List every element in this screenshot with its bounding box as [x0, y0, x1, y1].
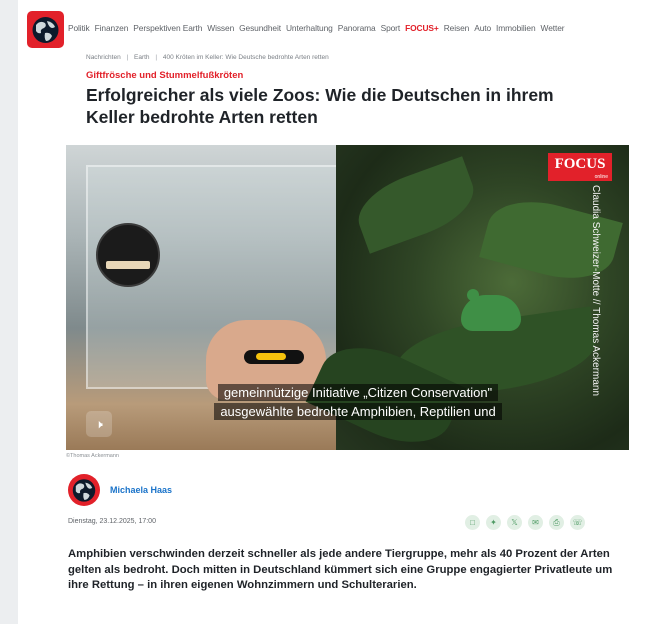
nav-item-finanzen[interactable]: Finanzen [95, 23, 129, 33]
print-icon[interactable]: ⎙ [549, 515, 564, 530]
nav-item-panorama[interactable]: Panorama [338, 23, 376, 33]
breadcrumb-item-nachrichten[interactable]: Nachrichten [86, 54, 121, 61]
x-icon[interactable]: 𝕏 [507, 515, 522, 530]
whatsapp-icon[interactable]: ☏ [570, 515, 585, 530]
conservation-sticker [96, 223, 160, 287]
author-name-link[interactable]: Michaela Haas [110, 485, 172, 495]
breadcrumb-item-current: 400 Kröten im Keller: Wie Deutsche bedro… [162, 54, 329, 61]
breadcrumb-separator: | [155, 54, 158, 61]
share-bar: □ ✦ 𝕏 ✉ ⎙ ☏ [465, 515, 585, 530]
frog-image [461, 289, 521, 331]
video-subtitles: gemeinnützige Initiative „Citizen Conser… [178, 383, 538, 421]
article-lead: Amphibien verschwinden derzeit schneller… [68, 548, 613, 591]
subtitle-line-2: ausgewählte bedrohte Amphibien, Reptilie… [214, 403, 502, 420]
mute-button[interactable]: 🕨 [86, 411, 112, 437]
article-kicker: Giftfrösche und Stummelfußkröten [86, 70, 244, 81]
breadcrumb-separator: | [126, 54, 129, 61]
nav-item-sport[interactable]: Sport [381, 23, 401, 33]
breadcrumb-item-earth[interactable]: Earth [134, 54, 150, 61]
photo-credit: ©Thomas Ackermann [66, 453, 119, 459]
nav-item-wetter[interactable]: Wetter [541, 23, 565, 33]
publish-date: Dienstag, 23.12.2025, 17:00 [68, 518, 156, 525]
nav-item-gesundheit[interactable]: Gesundheit [239, 23, 281, 33]
article-page: Politik Finanzen Perspektiven Earth Wiss… [18, 0, 665, 624]
sticker-label [106, 261, 150, 269]
focus-badge-subtext: online [594, 174, 608, 180]
mail-icon[interactable]: ✉ [528, 515, 543, 530]
comment-icon[interactable]: □ [465, 515, 480, 530]
subtitle-line-1: gemeinnützige Initiative „Citizen Conser… [217, 384, 499, 401]
nav-item-focus-plus[interactable]: FOCUS+ [405, 23, 439, 33]
nav-item-politik[interactable]: Politik [68, 23, 90, 33]
vertical-credit-text: Claudia Schweizer-Motte // Thomas Ackerm… [590, 185, 601, 397]
pin-icon[interactable]: ✦ [486, 515, 501, 530]
speaker-icon: 🕨 [95, 417, 103, 431]
focus-logo[interactable] [27, 11, 64, 48]
vertical-photo-credit: Claudia Schweizer-Motte // Thomas Ackerm… [589, 185, 603, 396]
focus-video-badge: FOCUS online [548, 153, 612, 181]
nav-item-reisen[interactable]: Reisen [444, 23, 470, 33]
author-avatar[interactable] [68, 474, 100, 506]
leaf-shape [349, 156, 483, 254]
nav-item-immobilien[interactable]: Immobilien [496, 23, 536, 33]
nav-item-wissen[interactable]: Wissen [207, 23, 234, 33]
nav-item-perspektiven-earth[interactable]: Perspektiven Earth [133, 23, 202, 33]
globe-logo-icon [32, 17, 59, 43]
video-player[interactable]: FOCUS online Claudia Schweizer-Motte // … [66, 145, 629, 450]
focus-badge-text: FOCUS [554, 156, 606, 172]
nav-item-auto[interactable]: Auto [474, 23, 491, 33]
globe-avatar-icon [72, 479, 96, 502]
top-navigation: Politik Finanzen Perspektiven Earth Wiss… [18, 0, 665, 48]
nav-menu: Politik Finanzen Perspektiven Earth Wiss… [68, 23, 565, 33]
article-headline: Erfolgreicher als viele Zoos: Wie die De… [86, 85, 554, 127]
nav-item-unterhaltung[interactable]: Unterhaltung [286, 23, 333, 33]
breadcrumb: Nachrichten | Earth | 400 Kröten im Kell… [86, 54, 329, 61]
salamander-image [244, 350, 304, 364]
